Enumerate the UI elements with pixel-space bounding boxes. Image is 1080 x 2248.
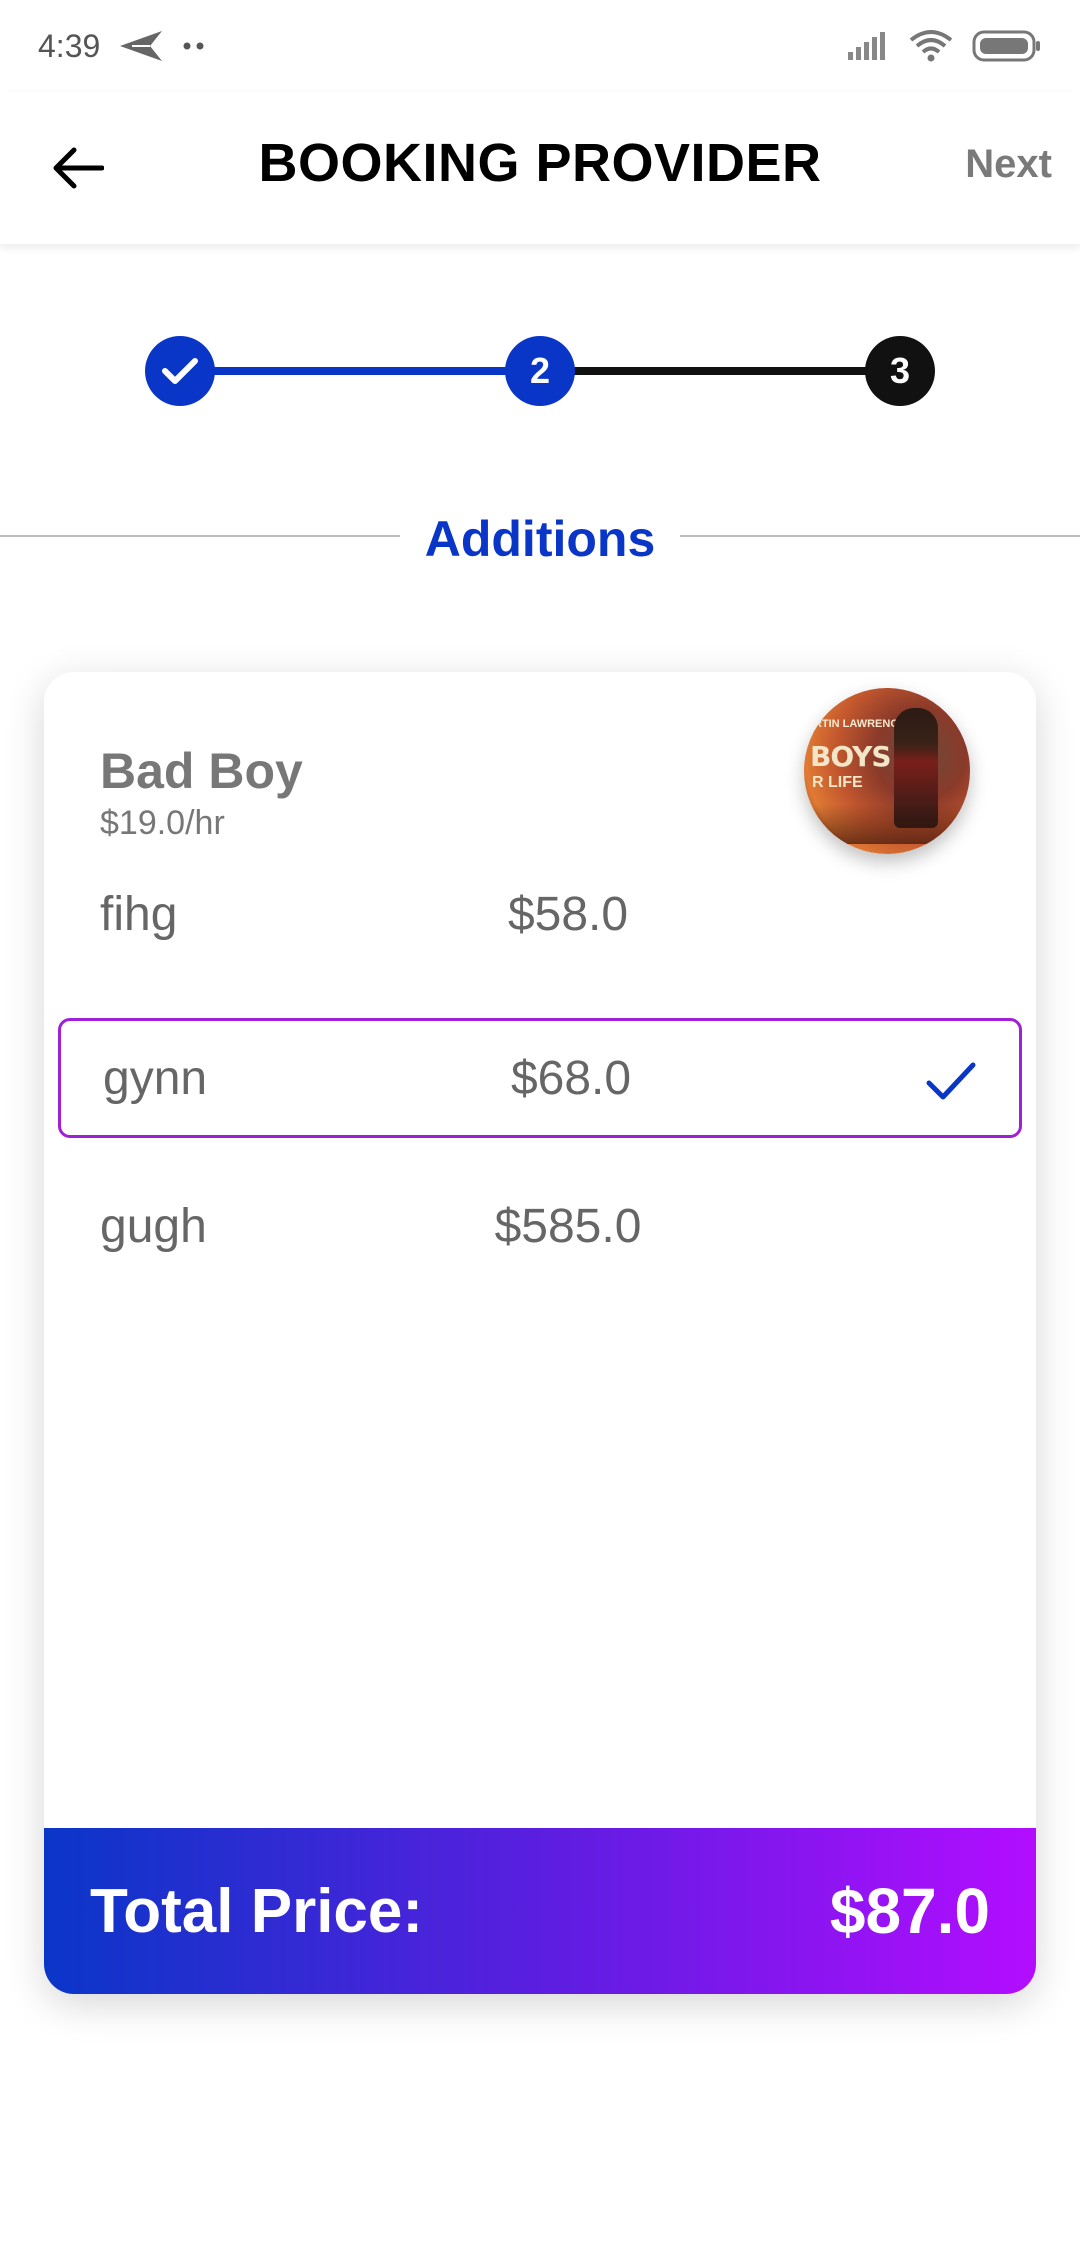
status-time: 4:39 bbox=[38, 27, 101, 64]
total-label: Total Price: bbox=[90, 1876, 424, 1946]
more-dots-icon bbox=[182, 41, 206, 51]
check-icon bbox=[161, 356, 199, 386]
status-bar: 4:39 bbox=[0, 0, 1080, 92]
addition-price: $68.0 bbox=[510, 1051, 632, 1105]
step-3-upcoming: 3 bbox=[865, 336, 935, 406]
section-title: Additions bbox=[424, 511, 656, 567]
avatar-text-sub: R LIFE bbox=[812, 774, 863, 791]
stepper-line-upcoming bbox=[540, 367, 900, 375]
progress-stepper: 2 3 bbox=[0, 330, 1080, 410]
addition-row-selected[interactable]: gynn $68.0 bbox=[58, 1018, 1022, 1138]
avatar-shade bbox=[804, 804, 970, 844]
wifi-icon bbox=[908, 28, 954, 64]
provider-rate: $19.0/hr bbox=[100, 804, 225, 842]
page-title: BOOKING PROVIDER bbox=[258, 133, 822, 193]
total-value: $87.0 bbox=[829, 1875, 990, 1947]
total-price-bar: Total Price: $87.0 bbox=[44, 1828, 1036, 1994]
send-icon bbox=[118, 29, 164, 63]
addition-row[interactable]: gugh $585.0 bbox=[58, 1166, 1022, 1286]
section-header: Additions bbox=[0, 510, 1080, 580]
stepper-line-completed bbox=[180, 367, 540, 375]
addition-name: gynn bbox=[103, 1051, 208, 1105]
booking-provider-screen: 4:39 BOOKING PROVIDER Next 2 3 Additions… bbox=[0, 0, 1080, 2248]
step-2-current: 2 bbox=[505, 336, 575, 406]
addition-name: gugh bbox=[100, 1199, 207, 1253]
addition-row[interactable]: fihg $58.0 bbox=[58, 854, 1022, 974]
check-icon bbox=[921, 1051, 981, 1111]
addition-price: $585.0 bbox=[494, 1199, 642, 1253]
app-bar: BOOKING PROVIDER Next bbox=[0, 92, 1080, 244]
provider-card: Bad Boy $19.0/hr ARTIN LAWRENCE BOYS R L… bbox=[44, 672, 1036, 1994]
status-right bbox=[846, 28, 1042, 64]
addition-name: fihg bbox=[100, 887, 178, 941]
avatar-text-top: ARTIN LAWRENCE bbox=[806, 718, 906, 730]
step-1-done bbox=[145, 336, 215, 406]
signal-icon bbox=[846, 30, 890, 62]
next-button[interactable]: Next bbox=[965, 142, 1052, 187]
addition-price: $58.0 bbox=[507, 887, 629, 941]
battery-icon bbox=[972, 29, 1042, 63]
avatar-text-title: BOYS bbox=[810, 740, 892, 773]
avatar: ARTIN LAWRENCE BOYS R LIFE bbox=[804, 688, 970, 854]
status-left: 4:39 bbox=[38, 28, 206, 65]
provider-name: Bad Boy bbox=[100, 743, 303, 799]
